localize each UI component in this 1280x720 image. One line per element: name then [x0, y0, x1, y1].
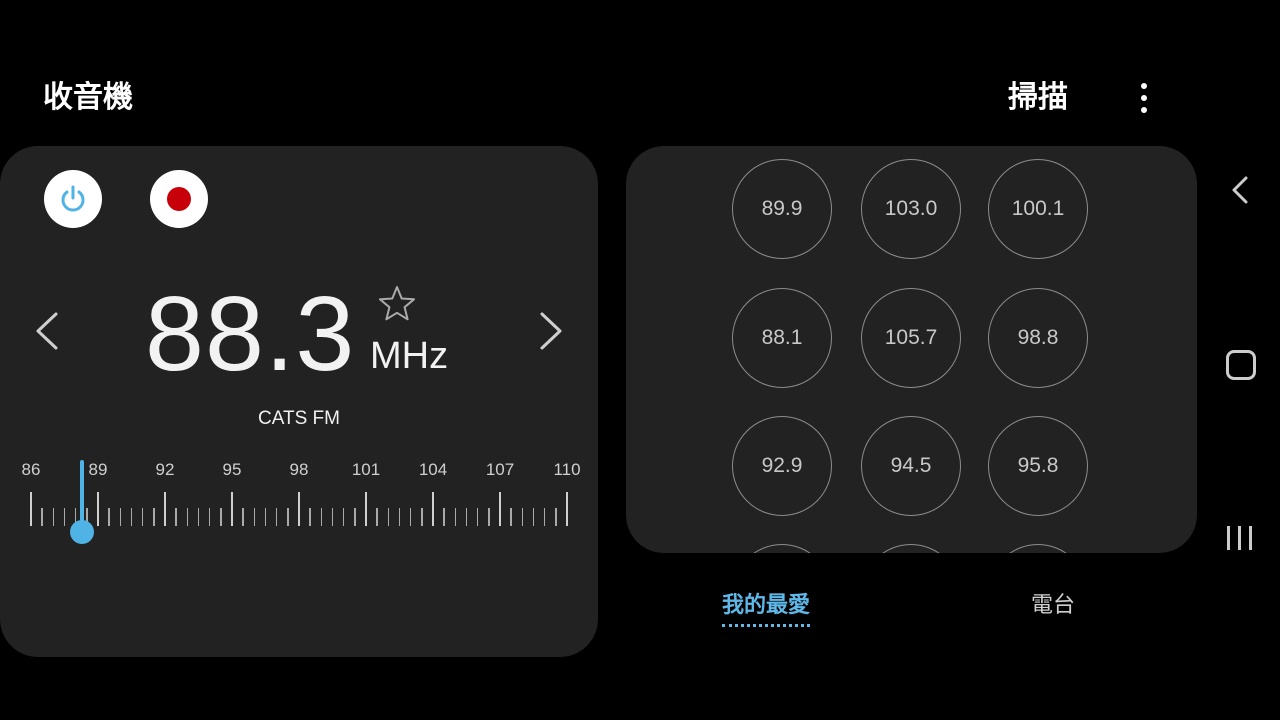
tab-stations[interactable]: 電台 — [1031, 590, 1075, 622]
preset-station[interactable]: 98.8 — [988, 288, 1088, 388]
scale-tick — [52, 508, 55, 526]
scale-tick — [342, 508, 345, 526]
scale-tick — [287, 508, 289, 526]
scale-label: 86 — [21, 460, 41, 479]
scale-tick — [309, 508, 311, 526]
preset-station[interactable]: 95.8 — [988, 416, 1088, 516]
scale-label: 98 — [289, 460, 309, 479]
frequency-value: 88.3 — [145, 275, 356, 393]
frequency-unit: MHz — [370, 335, 449, 377]
scale-tick — [119, 508, 122, 526]
power-icon — [61, 185, 85, 212]
scale-tick — [476, 508, 479, 526]
scale-label: 101 — [351, 460, 381, 479]
scale-tick — [108, 508, 110, 526]
scale-tick — [398, 508, 401, 526]
station-name: CATS FM — [258, 408, 340, 429]
scale-tick — [488, 508, 490, 526]
scale-tick — [354, 508, 356, 526]
scale-label: 89 — [88, 460, 108, 479]
scale-tick — [97, 492, 99, 526]
scale-tick — [275, 508, 278, 526]
app-title: 收音機 — [43, 80, 133, 115]
preset-station[interactable]: 94.5 — [861, 416, 961, 516]
scale-tick — [409, 508, 412, 526]
preset-station-partial[interactable] — [732, 544, 832, 553]
scan-button[interactable]: 掃描 — [1008, 78, 1068, 118]
scale-tick — [532, 508, 535, 526]
scale-tick — [298, 492, 300, 526]
tuner-panel: 88.3 MHz CATS FM 86 89 92 95 98 101 104 … — [0, 146, 598, 657]
preset-station[interactable]: 89.9 — [732, 159, 832, 259]
scale-tick — [130, 508, 133, 526]
presets-panel: 89.9 103.0 100.1 88.1 105.7 98.8 92.9 94… — [626, 146, 1197, 553]
scale-tick — [197, 508, 200, 526]
tab-favorites-label: 我的最愛 — [722, 593, 811, 618]
next-station-icon[interactable] — [532, 308, 568, 354]
scale-label: 110 — [553, 460, 581, 479]
scale-label: 104 — [418, 460, 448, 479]
preset-station[interactable]: 103.0 — [861, 159, 961, 259]
scale-tick — [153, 508, 155, 526]
scale-tick — [320, 508, 323, 526]
scale-tick — [331, 508, 334, 526]
preset-station[interactable]: 100.1 — [988, 159, 1088, 259]
scale-tick — [510, 508, 512, 526]
scale-label: 107 — [485, 460, 515, 479]
scale-tick — [443, 508, 445, 526]
scale-tick — [63, 508, 66, 526]
scale-tick — [220, 508, 222, 526]
scale-tick — [186, 508, 189, 526]
scale-tick — [164, 492, 166, 526]
scale-tick — [242, 508, 244, 526]
scale-tick — [454, 508, 457, 526]
scale-label: 92 — [155, 460, 175, 479]
scale-tick — [421, 508, 423, 526]
record-button[interactable] — [150, 170, 208, 228]
preset-station[interactable]: 92.9 — [732, 416, 832, 516]
power-button[interactable] — [44, 170, 102, 228]
tab-favorites[interactable]: 我的最愛 — [722, 590, 811, 627]
scale-tick — [376, 508, 378, 526]
scale-tick — [30, 492, 32, 526]
scale-tick — [465, 508, 468, 526]
prev-station-icon[interactable] — [30, 308, 66, 354]
scale-label: 95 — [222, 460, 242, 479]
scale-tick — [555, 508, 557, 526]
tuner-slider-knob[interactable] — [70, 520, 95, 544]
record-icon — [167, 187, 191, 211]
scale-tick — [499, 492, 501, 526]
scale-tick — [231, 492, 233, 526]
star-outline-icon[interactable] — [377, 284, 417, 324]
scale-tick — [543, 508, 546, 526]
scale-tick — [521, 508, 524, 526]
preset-station-partial[interactable] — [988, 544, 1088, 553]
more-vert-icon[interactable] — [1132, 80, 1156, 116]
scale-tick — [175, 508, 177, 526]
scale-tick — [208, 508, 211, 526]
scale-tick — [566, 492, 568, 526]
preset-station[interactable]: 88.1 — [732, 288, 832, 388]
scale-tick — [365, 492, 367, 526]
recents-icon[interactable] — [1226, 526, 1254, 550]
preset-station-partial[interactable] — [861, 544, 961, 553]
scale-tick — [253, 508, 256, 526]
preset-station[interactable]: 105.7 — [861, 288, 961, 388]
back-icon[interactable] — [1228, 174, 1252, 206]
tab-active-indicator — [722, 624, 811, 627]
scale-tick — [141, 508, 144, 526]
scale-tick — [264, 508, 267, 526]
scale-tick — [432, 492, 434, 526]
home-icon[interactable] — [1226, 350, 1256, 380]
scale-tick — [387, 508, 390, 526]
scale-tick — [41, 508, 43, 526]
